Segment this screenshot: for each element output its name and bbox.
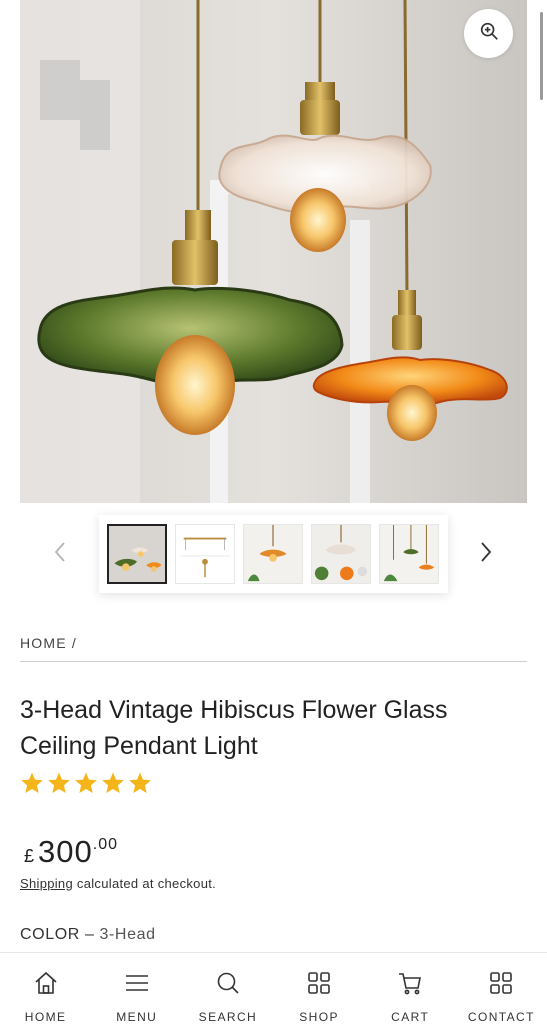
nav-contact-label: CONTACT	[467, 1010, 535, 1024]
product-main-image[interactable]	[20, 0, 527, 503]
option-separator: –	[79, 926, 100, 943]
color-option-label: COLOR – 3-Head	[20, 926, 156, 944]
breadcrumb: HOME /	[20, 635, 77, 651]
star-icon	[20, 771, 44, 800]
star-icon	[101, 771, 125, 800]
bottom-navigation: HOME MENU SEARCH SHOP CART CONTACT	[0, 952, 547, 1024]
menu-icon	[123, 969, 151, 1002]
nav-cart-label: CART	[391, 1010, 430, 1024]
star-icon	[128, 771, 152, 800]
rating-stars[interactable]	[20, 771, 152, 800]
star-icon	[47, 771, 71, 800]
divider	[20, 661, 527, 662]
chevron-left-icon	[53, 540, 67, 569]
zoom-in-icon	[478, 20, 500, 47]
product-title: 3-Head Vintage Hibiscus Flower Glass Cei…	[20, 696, 448, 760]
price-main: 300	[38, 834, 93, 869]
chevron-right-icon	[479, 540, 493, 569]
option-value: 3-Head	[99, 926, 156, 943]
shipping-note: Shipping calculated at checkout.	[20, 876, 216, 891]
cart-icon	[396, 969, 424, 1002]
nav-search[interactable]: SEARCH	[182, 953, 273, 1024]
option-label: COLOR	[20, 926, 80, 943]
nav-menu-label: MENU	[116, 1010, 158, 1024]
breadcrumb-separator: /	[71, 635, 77, 651]
nav-menu[interactable]: MENU	[91, 953, 182, 1024]
nav-cart[interactable]: CART	[365, 953, 456, 1024]
nav-home-label: HOME	[24, 1010, 67, 1024]
product-price: £ 300 .00	[24, 834, 118, 870]
thumbnail-next-button[interactable]	[474, 540, 498, 568]
thumbnail-prev-button[interactable]	[48, 540, 72, 568]
price-currency: £	[24, 846, 35, 866]
zoom-button[interactable]	[464, 9, 513, 58]
shipping-link[interactable]: Shipping	[20, 876, 73, 891]
nav-search-label: SEARCH	[198, 1010, 258, 1024]
thumbnail-strip	[99, 515, 448, 593]
nav-shop-label: SHOP	[299, 1010, 339, 1024]
breadcrumb-home-link[interactable]: HOME	[20, 635, 67, 651]
grid-icon	[305, 969, 333, 1002]
thumbnail-3[interactable]	[243, 524, 303, 584]
nav-home[interactable]: HOME	[0, 953, 91, 1024]
star-icon	[74, 771, 98, 800]
thumbnail-5[interactable]	[379, 524, 439, 584]
shipping-text: calculated at checkout.	[73, 876, 217, 891]
price-decimal: .00	[92, 836, 118, 853]
thumbnail-4[interactable]	[311, 524, 371, 584]
thumbnail-1[interactable]	[107, 524, 167, 584]
thumbnail-2[interactable]	[175, 524, 235, 584]
home-icon	[32, 969, 60, 1002]
nav-shop[interactable]: SHOP	[274, 953, 365, 1024]
nav-contact[interactable]: CONTACT	[456, 953, 547, 1024]
search-icon	[214, 969, 242, 1002]
scrollbar-thumb[interactable]	[540, 12, 543, 100]
grid-icon	[487, 969, 515, 1002]
